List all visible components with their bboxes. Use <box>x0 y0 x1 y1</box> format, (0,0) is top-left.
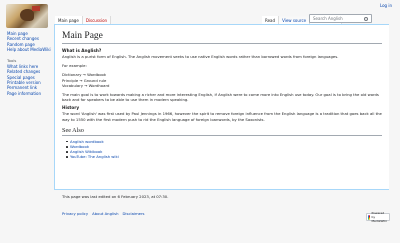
history-heading: History <box>62 105 80 111</box>
footer: This page was last edited on 6 February … <box>62 194 392 223</box>
login-link[interactable]: Log in <box>380 3 392 8</box>
last-edited-text: This page was last edited on 6 February … <box>62 194 169 199</box>
search-placeholder: Search Anglish <box>313 16 343 21</box>
intro-paragraph: Anglish is a purist form of English. The… <box>62 54 339 59</box>
site-logo[interactable] <box>6 4 48 28</box>
aim-paragraph: The main goal is to work towards making … <box>62 92 379 103</box>
main-content: Main Page What is Anglish? Anglish is a … <box>54 24 389 190</box>
sidebar-tools: Tools What links here Related changes Sp… <box>7 58 53 96</box>
sidebar-item-page-information[interactable]: Page information <box>7 91 53 96</box>
privacy-policy-link[interactable]: Privacy policy <box>62 211 88 216</box>
page-title: Main Page <box>62 31 382 44</box>
sidebar-tools-title: Tools <box>7 58 17 64</box>
see-also-list: Anglish wordbook Wordbook Anglish Wikibo… <box>66 139 382 160</box>
logo-flag <box>32 6 40 11</box>
search-icon[interactable] <box>364 16 368 21</box>
see-also-heading: See Also <box>62 127 382 136</box>
sidebar-item-help[interactable]: Help about MediaWiki <box>7 47 53 52</box>
search-input[interactable]: Search Anglish <box>309 14 372 23</box>
see-also-link[interactable]: YouTube: The Anglish wiki <box>70 154 119 159</box>
sidebar: Main page Recent changes Random page Hel… <box>7 31 53 102</box>
mediawiki-logo-icon <box>368 214 371 220</box>
sidebar-navigation: Main page Recent changes Random page Hel… <box>7 31 53 52</box>
list-item: YouTube: The Anglish wiki <box>66 154 382 159</box>
powered-by-mediawiki-badge[interactable]: Powered by MediaWiki <box>366 211 390 223</box>
history-paragraph: The word 'Anglish' was first used by Pau… <box>62 111 382 122</box>
disclaimers-link[interactable]: Disclaimers <box>122 211 144 216</box>
footer-links: Privacy policy About Anglish Disclaimers <box>62 211 392 216</box>
about-link[interactable]: About Anglish <box>92 211 118 216</box>
powered-by-text: Powered by MediaWiki <box>371 211 387 223</box>
what-is-heading: What is Anglish? <box>62 48 102 53</box>
